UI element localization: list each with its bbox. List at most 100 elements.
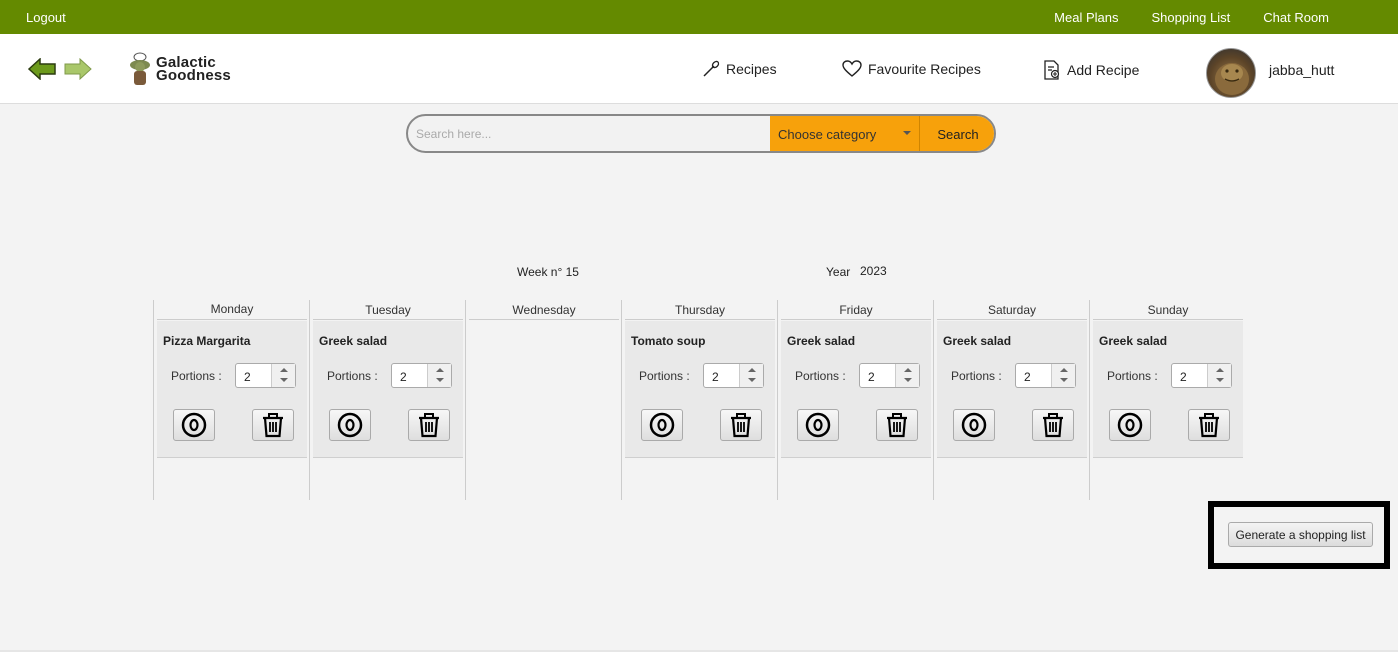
view-recipe-button[interactable] bbox=[953, 409, 995, 441]
delete-meal-button[interactable] bbox=[720, 409, 762, 441]
meal-title[interactable]: Pizza Margarita bbox=[163, 334, 250, 348]
day-header: Friday bbox=[781, 300, 931, 320]
portions-stepper[interactable]: 2 bbox=[1171, 363, 1232, 388]
portions-value[interactable]: 2 bbox=[244, 370, 251, 384]
decrement-arrow-icon[interactable] bbox=[280, 378, 288, 382]
view-eye-icon bbox=[337, 412, 363, 438]
decrement-arrow-icon[interactable] bbox=[1216, 378, 1224, 382]
increment-arrow-icon[interactable] bbox=[280, 368, 288, 372]
view-eye-icon bbox=[649, 412, 675, 438]
username[interactable]: jabba_hutt bbox=[1269, 62, 1334, 78]
decrement-arrow-icon[interactable] bbox=[748, 378, 756, 382]
week-number: Week n° 15 bbox=[517, 265, 579, 279]
search-input[interactable] bbox=[416, 116, 766, 151]
trash-icon bbox=[1199, 413, 1219, 438]
avatar[interactable] bbox=[1206, 48, 1256, 98]
meal-title[interactable]: Greek salad bbox=[1099, 334, 1167, 348]
day-column-tuesday: Tuesday Greek salad Portions : 2 bbox=[309, 300, 465, 500]
meal-title[interactable]: Greek salad bbox=[787, 334, 855, 348]
chat-room-link[interactable]: Chat Room bbox=[1263, 10, 1329, 25]
favourite-recipes-label: Favourite Recipes bbox=[868, 61, 981, 77]
increment-arrow-icon[interactable] bbox=[436, 368, 444, 372]
delete-meal-button[interactable] bbox=[408, 409, 450, 441]
day-column-thursday: Thursday Tomato soup Portions : 2 bbox=[621, 300, 777, 500]
day-header: Thursday bbox=[625, 300, 775, 320]
heart-icon bbox=[842, 60, 862, 77]
increment-arrow-icon[interactable] bbox=[1060, 368, 1068, 372]
increment-arrow-icon[interactable] bbox=[748, 368, 756, 372]
shopping-list-link[interactable]: Shopping List bbox=[1151, 10, 1230, 25]
top-menu: Meal Plans Shopping List Chat Room bbox=[1054, 10, 1329, 25]
delete-meal-button[interactable] bbox=[876, 409, 918, 441]
yoda-chef-logo-icon bbox=[130, 52, 150, 85]
portions-stepper[interactable]: 2 bbox=[859, 363, 920, 388]
portions-label: Portions : bbox=[171, 369, 222, 383]
view-recipe-button[interactable] bbox=[797, 409, 839, 441]
recipes-label: Recipes bbox=[726, 61, 777, 77]
meal-title[interactable]: Greek salad bbox=[943, 334, 1011, 348]
meal-card: Greek salad Portions : 2 bbox=[1093, 321, 1243, 458]
day-header: Wednesday bbox=[469, 300, 619, 320]
portions-stepper[interactable]: 2 bbox=[1015, 363, 1076, 388]
search-button[interactable]: Search bbox=[920, 116, 994, 151]
portions-label: Portions : bbox=[327, 369, 378, 383]
portions-value[interactable]: 2 bbox=[712, 370, 719, 384]
decrement-arrow-icon[interactable] bbox=[1060, 378, 1068, 382]
increment-arrow-icon[interactable] bbox=[1216, 368, 1224, 372]
portions-stepper[interactable]: 2 bbox=[703, 363, 764, 388]
add-recipe-link[interactable]: Add Recipe bbox=[1043, 60, 1139, 80]
day-column-friday: Friday Greek salad Portions : 2 bbox=[777, 300, 933, 500]
portions-value[interactable]: 2 bbox=[1024, 370, 1031, 384]
view-recipe-button[interactable] bbox=[329, 409, 371, 441]
portions-label: Portions : bbox=[951, 369, 1002, 383]
portions-label: Portions : bbox=[639, 369, 690, 383]
trash-icon bbox=[887, 413, 907, 438]
logo[interactable]: Galactic Goodness bbox=[128, 52, 231, 86]
view-eye-icon bbox=[181, 412, 207, 438]
day-column-wednesday: Wednesday bbox=[465, 300, 621, 500]
day-header: Saturday bbox=[937, 300, 1087, 320]
meal-title[interactable]: Tomato soup bbox=[631, 334, 705, 348]
favourite-recipes-link[interactable]: Favourite Recipes bbox=[842, 60, 981, 78]
day-column-saturday: Saturday Greek salad Portions : 2 bbox=[933, 300, 1089, 500]
generate-shopping-list-button[interactable]: Generate a shopping list bbox=[1228, 522, 1373, 547]
view-recipe-button[interactable] bbox=[173, 409, 215, 441]
meal-title[interactable]: Greek salad bbox=[319, 334, 387, 348]
portions-label: Portions : bbox=[1107, 369, 1158, 383]
logout-link[interactable]: Logout bbox=[26, 10, 66, 25]
portions-stepper[interactable]: 2 bbox=[391, 363, 452, 388]
meal-plans-link[interactable]: Meal Plans bbox=[1054, 10, 1118, 25]
delete-meal-button[interactable] bbox=[252, 409, 294, 441]
view-eye-icon bbox=[961, 412, 987, 438]
portions-value[interactable]: 2 bbox=[400, 370, 407, 384]
decrement-arrow-icon[interactable] bbox=[436, 378, 444, 382]
trash-icon bbox=[263, 413, 283, 438]
view-recipe-button[interactable] bbox=[1109, 409, 1151, 441]
category-dropdown-label: Choose category bbox=[778, 127, 877, 142]
trash-icon bbox=[731, 413, 751, 438]
day-header: Monday bbox=[157, 300, 307, 320]
day-column-monday: Monday Pizza Margarita Portions : 2 bbox=[153, 300, 309, 500]
top-bar: Logout Meal Plans Shopping List Chat Roo… bbox=[0, 0, 1398, 34]
year-value: 2023 bbox=[860, 264, 887, 278]
decrement-arrow-icon[interactable] bbox=[904, 378, 912, 382]
increment-arrow-icon[interactable] bbox=[904, 368, 912, 372]
meal-card: Tomato soup Portions : 2 bbox=[625, 321, 775, 458]
recipes-link[interactable]: Recipes bbox=[702, 60, 777, 78]
view-recipe-button[interactable] bbox=[641, 409, 683, 441]
header: Galactic Goodness Recipes Favourite Reci… bbox=[0, 34, 1398, 104]
portions-stepper[interactable]: 2 bbox=[235, 363, 296, 388]
day-column-sunday: Sunday Greek salad Portions : 2 bbox=[1089, 300, 1245, 500]
category-dropdown[interactable]: Choose category bbox=[770, 116, 920, 151]
delete-meal-button[interactable] bbox=[1188, 409, 1230, 441]
meal-card: Pizza Margarita Portions : 2 bbox=[157, 321, 307, 458]
meal-card: Greek salad Portions : 2 bbox=[937, 321, 1087, 458]
add-recipe-icon bbox=[1044, 60, 1060, 80]
delete-meal-button[interactable] bbox=[1032, 409, 1074, 441]
forward-arrow-icon[interactable] bbox=[64, 57, 92, 85]
logo-text-line2: Goodness bbox=[156, 67, 231, 84]
portions-value[interactable]: 2 bbox=[1180, 370, 1187, 384]
add-recipe-label: Add Recipe bbox=[1067, 62, 1140, 78]
back-arrow-icon[interactable] bbox=[27, 57, 56, 85]
portions-value[interactable]: 2 bbox=[868, 370, 875, 384]
